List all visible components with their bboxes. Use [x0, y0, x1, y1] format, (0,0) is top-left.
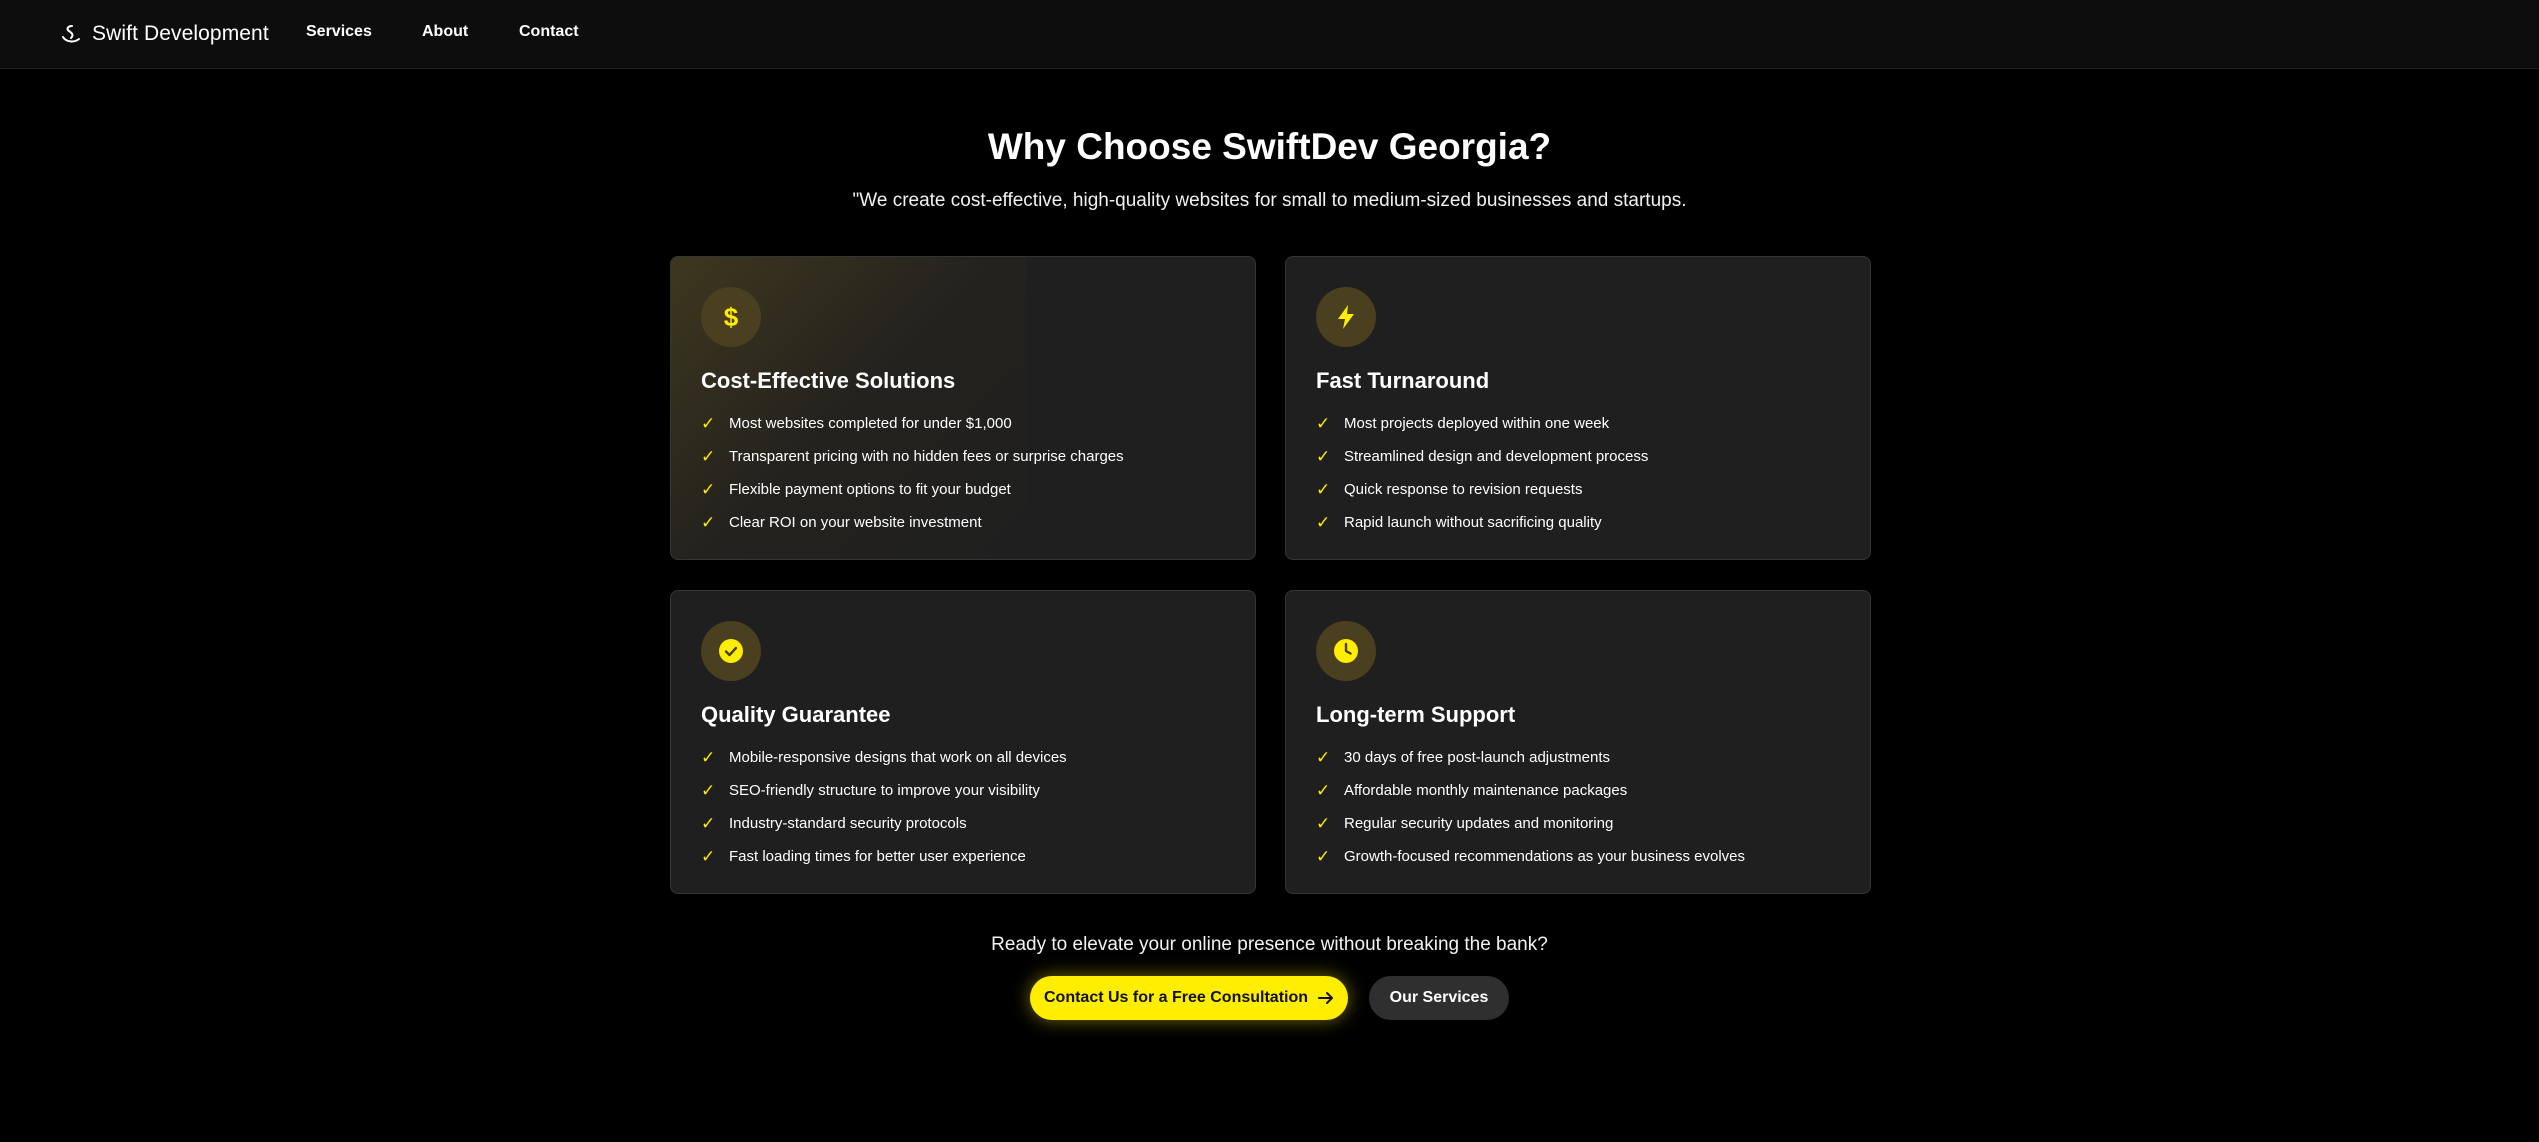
list-item: ✓ Growth-focused recommendations as your …	[1316, 846, 1746, 866]
list-item: ✓ Quick response to revision requests	[1316, 479, 1583, 499]
check-icon: ✓	[701, 780, 716, 800]
check-circle-icon	[701, 621, 761, 681]
brand[interactable]: Swift Development	[60, 19, 269, 49]
check-icon: ✓	[701, 446, 716, 466]
page-subtitle: "We create cost-effective, high-quality …	[852, 190, 1687, 211]
contact-consultation-label: Contact Us for a Free Consultation	[1043, 989, 1309, 1006]
check-icon: ✓	[1316, 780, 1331, 800]
list-item: ✓ Most projects deployed within one week	[1316, 413, 1610, 433]
feature-list: ✓ Mobile-responsive designs that work on …	[701, 741, 1067, 873]
list-item: ✓ Affordable monthly maintenance packages	[1316, 780, 1628, 800]
list-item: ✓ Industry-standard security protocols	[701, 813, 967, 833]
check-icon: ✓	[701, 846, 716, 866]
check-icon: ✓	[1316, 512, 1331, 532]
feature-card-cost: $ Cost-Effective Solutions ✓ Most website…	[670, 256, 1256, 560]
top-nav: Swift Development Services About Contact	[0, 0, 2539, 69]
list-item: ✓ SEO-friendly structure to improve your …	[701, 780, 1040, 800]
card-title: Cost-Effective Solutions	[701, 368, 956, 393]
list-item: ✓ Transparent pricing with no hidden fees…	[701, 446, 1124, 466]
feature-card-support: Long-term Support ✓ 30 days of free post-…	[1285, 590, 1871, 894]
card-title: Quality Guarantee	[701, 702, 891, 727]
swift-logo-icon	[62, 25, 80, 43]
check-icon: ✓	[701, 813, 716, 833]
check-icon: ✓	[1316, 446, 1331, 466]
svg-text:$: $	[724, 302, 739, 332]
check-icon: ✓	[1316, 846, 1331, 866]
list-item: ✓ Regular security updates and monitoring	[1316, 813, 1614, 833]
feature-list: ✓ 30 days of free post-launch adjustments…	[1316, 741, 1745, 873]
our-services-button[interactable]: Our Services	[1369, 976, 1509, 1020]
nav-link-services[interactable]: Services	[306, 23, 372, 41]
nav-link-contact[interactable]: Contact	[519, 23, 579, 41]
card-title: Fast Turnaround	[1316, 368, 1490, 393]
clock-icon	[1316, 621, 1376, 681]
contact-consultation-button[interactable]: Contact Us for a Free Consultation	[1030, 976, 1348, 1020]
check-icon: ✓	[701, 512, 716, 532]
list-item: ✓ Rapid launch without sacrificing qualit…	[1316, 512, 1602, 532]
nav-link-about[interactable]: About	[422, 23, 468, 41]
check-icon: ✓	[1316, 813, 1331, 833]
list-item: ✓ Flexible payment options to fit your bu…	[701, 479, 1011, 499]
dollar-icon: $	[701, 287, 761, 347]
check-icon: ✓	[701, 413, 716, 433]
check-icon: ✓	[701, 747, 716, 767]
feature-list: ✓ Most projects deployed within one week …	[1316, 407, 1648, 539]
check-icon: ✓	[1316, 413, 1331, 433]
feature-list: ✓ Most websites completed for under $1,00…	[701, 407, 1124, 539]
cta-text: Ready to elevate your online presence wi…	[991, 934, 1548, 955]
check-icon: ✓	[1316, 747, 1331, 767]
list-item: ✓ Streamlined design and development proc…	[1316, 446, 1649, 466]
list-item: ✓ 30 days of free post-launch adjustments	[1316, 747, 1610, 767]
check-icon: ✓	[1316, 479, 1331, 499]
card-title: Long-term Support	[1316, 702, 1516, 727]
check-icon: ✓	[701, 479, 716, 499]
list-item: ✓ Fast loading times for better user expe…	[701, 846, 1026, 866]
list-item: ✓ Mobile-responsive designs that work on …	[701, 747, 1067, 767]
feature-card-fast: Fast Turnaround ✓ Most projects deployed …	[1285, 256, 1871, 560]
list-item: ✓ Clear ROI on your website investment	[701, 512, 982, 532]
list-item: ✓ Most websites completed for under $1,00…	[701, 413, 1012, 433]
feature-card-quality: Quality Guarantee ✓ Mobile-responsive des…	[670, 590, 1256, 894]
arrow-right-icon	[1318, 992, 1334, 1004]
lightning-icon	[1316, 287, 1376, 347]
page-title: Why Choose SwiftDev Georgia?	[987, 126, 1552, 167]
brand-name: Swift Development	[92, 22, 269, 45]
